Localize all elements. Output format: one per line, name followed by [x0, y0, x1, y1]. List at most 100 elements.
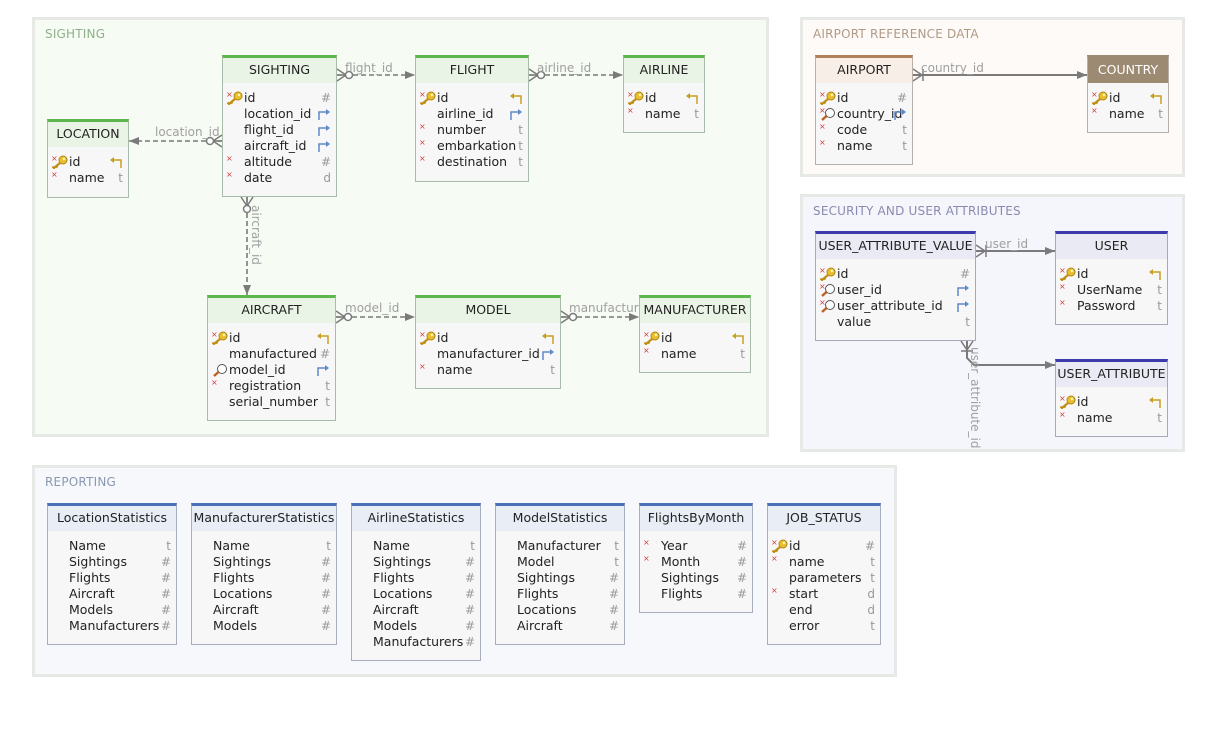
table-title[interactable]: MANUFACTURER [640, 298, 750, 323]
column-row[interactable]: × name t [624, 106, 704, 122]
table-title[interactable]: SIGHTING [223, 58, 336, 83]
column-row[interactable]: Aircraft # [192, 602, 336, 618]
column-row[interactable]: × id [208, 330, 335, 346]
column-row[interactable]: × number t [416, 122, 528, 138]
column-row[interactable]: × code t [816, 122, 912, 138]
column-row[interactable]: Locations # [496, 602, 624, 618]
column-row[interactable]: Sightings # [640, 570, 752, 586]
table-sighting[interactable]: SIGHTING × id # location_id flight_id aircraft… [222, 55, 337, 197]
column-row[interactable]: Sightings # [48, 554, 176, 570]
table-user_attribute[interactable]: USER_ATTRIBUTE × id × name t [1055, 359, 1168, 437]
table-title[interactable]: USER [1056, 234, 1167, 259]
table-location[interactable]: LOCATION × id × name t [47, 119, 129, 198]
column-row[interactable]: × name t [640, 346, 750, 362]
table-title[interactable]: AIRCRAFT [208, 298, 335, 323]
column-row[interactable]: × id # [816, 266, 975, 282]
column-row[interactable]: Models # [48, 602, 176, 618]
column-row[interactable]: value t [816, 314, 975, 330]
table-title[interactable]: ManufacturerStatistics [192, 506, 336, 531]
column-row[interactable]: airline_id [416, 106, 528, 122]
column-row[interactable]: Sightings # [192, 554, 336, 570]
table-country[interactable]: COUNTRY × id × name t [1087, 55, 1169, 133]
table-modstats[interactable]: ModelStatistics Manufacturer t Model t Sighti… [495, 503, 625, 645]
table-airstats[interactable]: AirlineStatistics Name t Sightings # Flights #… [351, 503, 481, 661]
column-row[interactable]: model_id [208, 362, 335, 378]
column-row[interactable]: Model t [496, 554, 624, 570]
table-title[interactable]: FLIGHT [416, 58, 528, 83]
table-airline[interactable]: AIRLINE × id × name t [623, 55, 705, 133]
table-model[interactable]: MODEL × id manufacturer_id × name t [415, 295, 561, 389]
column-row[interactable]: × name t [1056, 410, 1167, 426]
column-row[interactable]: Sightings # [352, 554, 480, 570]
column-row[interactable]: Aircraft # [496, 618, 624, 634]
table-title[interactable]: COUNTRY [1088, 58, 1168, 83]
column-row[interactable]: × name t [48, 170, 128, 186]
column-row[interactable]: × id # [816, 90, 912, 106]
column-row[interactable]: × id [48, 154, 128, 170]
column-row[interactable]: Name t [192, 538, 336, 554]
table-user[interactable]: USER × id × UserName t × Password t [1055, 231, 1168, 325]
column-row[interactable]: aircraft_id [223, 138, 336, 154]
table-locstats[interactable]: LocationStatistics Name t Sightings # Flights… [47, 503, 177, 645]
column-row[interactable]: Manufacturers # [352, 634, 480, 650]
table-manstats[interactable]: ManufacturerStatistics Name t Sightings # Fli… [191, 503, 337, 645]
column-row[interactable]: Manufacturers # [48, 618, 176, 634]
column-row[interactable]: × start d [768, 586, 880, 602]
table-title[interactable]: LocationStatistics [48, 506, 176, 531]
column-row[interactable]: × registration t [208, 378, 335, 394]
column-row[interactable]: × user_id [816, 282, 975, 298]
column-row[interactable]: manufacturer_id [416, 346, 560, 362]
table-title[interactable]: AIRLINE [624, 58, 704, 83]
column-row[interactable]: × id [416, 330, 560, 346]
table-title[interactable]: MODEL [416, 298, 560, 323]
column-row[interactable]: end d [768, 602, 880, 618]
column-row[interactable]: error t [768, 618, 880, 634]
column-row[interactable]: × UserName t [1056, 282, 1167, 298]
column-row[interactable]: Flights # [192, 570, 336, 586]
column-row[interactable]: × embarkation t [416, 138, 528, 154]
column-row[interactable]: Locations # [352, 586, 480, 602]
column-row[interactable]: × user_attribute_id [816, 298, 975, 314]
column-row[interactable]: Models # [352, 618, 480, 634]
column-row[interactable]: manufactured # [208, 346, 335, 362]
table-manufacturer[interactable]: MANUFACTURER × id × name t [639, 295, 751, 373]
table-title[interactable]: AirlineStatistics [352, 506, 480, 531]
column-row[interactable]: × id # [768, 538, 880, 554]
column-row[interactable]: Flights # [640, 586, 752, 602]
column-row[interactable]: × Month # [640, 554, 752, 570]
column-row[interactable]: × destination t [416, 154, 528, 170]
column-row[interactable]: × id # [223, 90, 336, 106]
column-row[interactable]: × Password t [1056, 298, 1167, 314]
table-uav[interactable]: USER_ATTRIBUTE_VALUE × id # × user_id × user_at… [815, 231, 976, 341]
column-row[interactable]: × Year # [640, 538, 752, 554]
column-row[interactable]: × id [416, 90, 528, 106]
column-row[interactable]: × id [1056, 394, 1167, 410]
column-row[interactable]: Name t [352, 538, 480, 554]
column-row[interactable]: × name t [416, 362, 560, 378]
column-row[interactable]: Flights # [496, 586, 624, 602]
table-flight[interactable]: FLIGHT × id airline_id × number t × embarkation t… [415, 55, 529, 182]
table-title[interactable]: LOCATION [48, 122, 128, 147]
column-row[interactable]: Aircraft # [352, 602, 480, 618]
table-title[interactable]: ModelStatistics [496, 506, 624, 531]
column-row[interactable]: × altitude # [223, 154, 336, 170]
column-row[interactable]: × date d [223, 170, 336, 186]
column-row[interactable]: Name t [48, 538, 176, 554]
table-aircraft[interactable]: AIRCRAFT × id manufactured # model_id × registr… [207, 295, 336, 421]
column-row[interactable]: × id [640, 330, 750, 346]
column-row[interactable]: × name t [768, 554, 880, 570]
column-row[interactable]: Locations # [192, 586, 336, 602]
column-row[interactable]: × id [624, 90, 704, 106]
column-row[interactable]: Manufacturer t [496, 538, 624, 554]
table-title[interactable]: JOB_STATUS [768, 506, 880, 531]
table-title[interactable]: FlightsByMonth [640, 506, 752, 531]
column-row[interactable]: Flights # [48, 570, 176, 586]
table-airport[interactable]: AIRPORT × id # × country_id × code t × name t [815, 55, 913, 165]
column-row[interactable]: parameters t [768, 570, 880, 586]
column-row[interactable]: Sightings # [496, 570, 624, 586]
table-title[interactable]: USER_ATTRIBUTE_VALUE [816, 234, 975, 259]
column-row[interactable]: × id [1088, 90, 1168, 106]
column-row[interactable]: flight_id [223, 122, 336, 138]
column-row[interactable]: Flights # [352, 570, 480, 586]
table-fbm[interactable]: FlightsByMonth × Year # × Month # Sightings # Fli… [639, 503, 753, 613]
